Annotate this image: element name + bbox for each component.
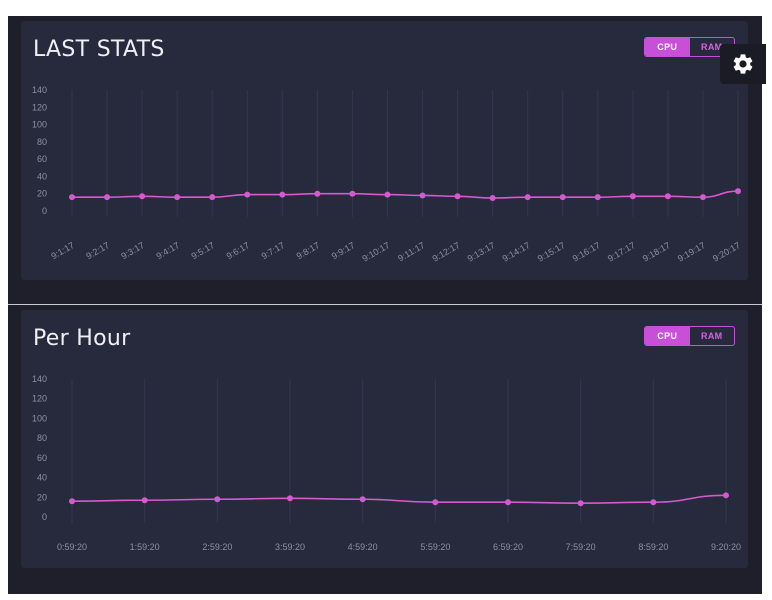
data-point [723, 492, 729, 499]
x-tick-label: 9:18:17 [641, 240, 672, 264]
data-point [505, 499, 511, 506]
data-point [524, 194, 531, 201]
data-point [141, 497, 148, 504]
x-tick-label: 8:59:20 [638, 542, 668, 552]
x-tick-label: 9:20:17 [711, 240, 742, 264]
data-point [209, 194, 216, 201]
series-line-cpu [72, 190, 739, 199]
data-point [69, 498, 75, 505]
data-point [359, 496, 366, 503]
y-tick-label: 60 [37, 154, 47, 164]
y-tick-label: 0 [42, 206, 47, 216]
data-point [735, 188, 741, 195]
x-tick-label: 9:5:17 [190, 240, 217, 261]
x-tick-label: 9:12:17 [431, 240, 462, 264]
x-tick-label: 9:15:17 [536, 240, 567, 264]
x-tick-label: 9:3:17 [119, 240, 146, 261]
x-tick-label: 1:59:20 [130, 542, 160, 552]
y-tick-label: 40 [37, 171, 47, 181]
per-hour-chart: 140 120 100 80 60 40 20 0 0:59:20 1:59:20 2:59:20 3… [32, 374, 741, 552]
per-hour-panel: Per Hour CPU RAM 140 120 100 80 60 40 20 0 0:59:… [21, 310, 748, 568]
gear-icon [733, 54, 753, 74]
x-tick-label: 9:2:17 [84, 240, 111, 261]
data-point [594, 194, 601, 201]
data-point [384, 191, 391, 198]
data-point [489, 195, 496, 202]
y-tick-label: 0 [42, 512, 47, 522]
x-tick-label: 9:9:17 [330, 240, 357, 261]
data-point [139, 193, 146, 200]
x-tick-label: 9:7:17 [260, 240, 287, 261]
data-point [577, 500, 584, 507]
y-tick-label: 120 [32, 394, 47, 404]
x-tick-label: 9:8:17 [295, 240, 322, 261]
y-tick-label: 120 [32, 102, 47, 112]
data-point [214, 496, 221, 503]
y-tick-label: 40 [37, 473, 47, 483]
data-point [629, 193, 636, 200]
settings-button[interactable] [720, 44, 766, 84]
x-tick-label: 6:59:20 [493, 542, 523, 552]
data-point [664, 193, 671, 200]
y-tick-label: 100 [32, 413, 47, 423]
data-point [314, 190, 321, 197]
data-point [559, 194, 566, 201]
x-tick-label: 9:13:17 [466, 240, 497, 264]
x-tick-label: 9:6:17 [225, 240, 252, 261]
x-tick-label: 5:59:20 [420, 542, 450, 552]
y-tick-label: 100 [32, 120, 47, 130]
data-point [174, 194, 181, 201]
y-tick-label: 80 [37, 137, 47, 147]
y-tick-label: 140 [32, 374, 47, 384]
y-tick-label: 20 [37, 189, 47, 199]
data-point [432, 499, 439, 506]
data-point [104, 194, 111, 201]
data-point [699, 194, 706, 201]
y-tick-label: 20 [37, 492, 47, 502]
x-tick-label: 0:59:20 [57, 542, 87, 552]
x-tick-label: 9:14:17 [501, 240, 532, 264]
panel-separator [8, 304, 762, 305]
last-stats-chart: 140 120 100 80 60 40 20 0 9:1:17 9:2:17 9:3:17 9:4:… [32, 85, 742, 264]
x-tick-label: 9:20:20 [711, 542, 741, 552]
data-point [287, 495, 293, 502]
x-tick-label: 9:16:17 [571, 240, 602, 264]
data-point [650, 499, 657, 506]
series-line-cpu [71, 494, 727, 505]
x-tick-label: 7:59:20 [566, 542, 596, 552]
x-tick-label: 9:11:17 [396, 240, 426, 263]
x-tick-label: 9:1:17 [49, 240, 76, 261]
data-point [454, 193, 461, 200]
data-point [279, 191, 286, 198]
x-tick-label: 9:19:17 [676, 240, 707, 264]
data-point [349, 190, 356, 197]
x-tick-label: 9:10:17 [360, 240, 391, 264]
x-tick-label: 9:4:17 [154, 240, 181, 261]
y-tick-label: 140 [32, 85, 47, 95]
y-tick-label: 60 [37, 453, 47, 463]
x-tick-label: 2:59:20 [202, 542, 232, 552]
x-tick-label: 3:59:20 [275, 542, 305, 552]
data-point [69, 194, 75, 201]
data-point [419, 192, 426, 199]
last-stats-panel: LAST STATS CPU RAM 140 120 100 80 60 40 20 0 9:1… [21, 21, 748, 280]
x-tick-label: 9:17:17 [606, 240, 637, 264]
data-point [244, 191, 251, 198]
x-tick-label: 4:59:20 [348, 542, 378, 552]
y-tick-label: 80 [37, 433, 47, 443]
